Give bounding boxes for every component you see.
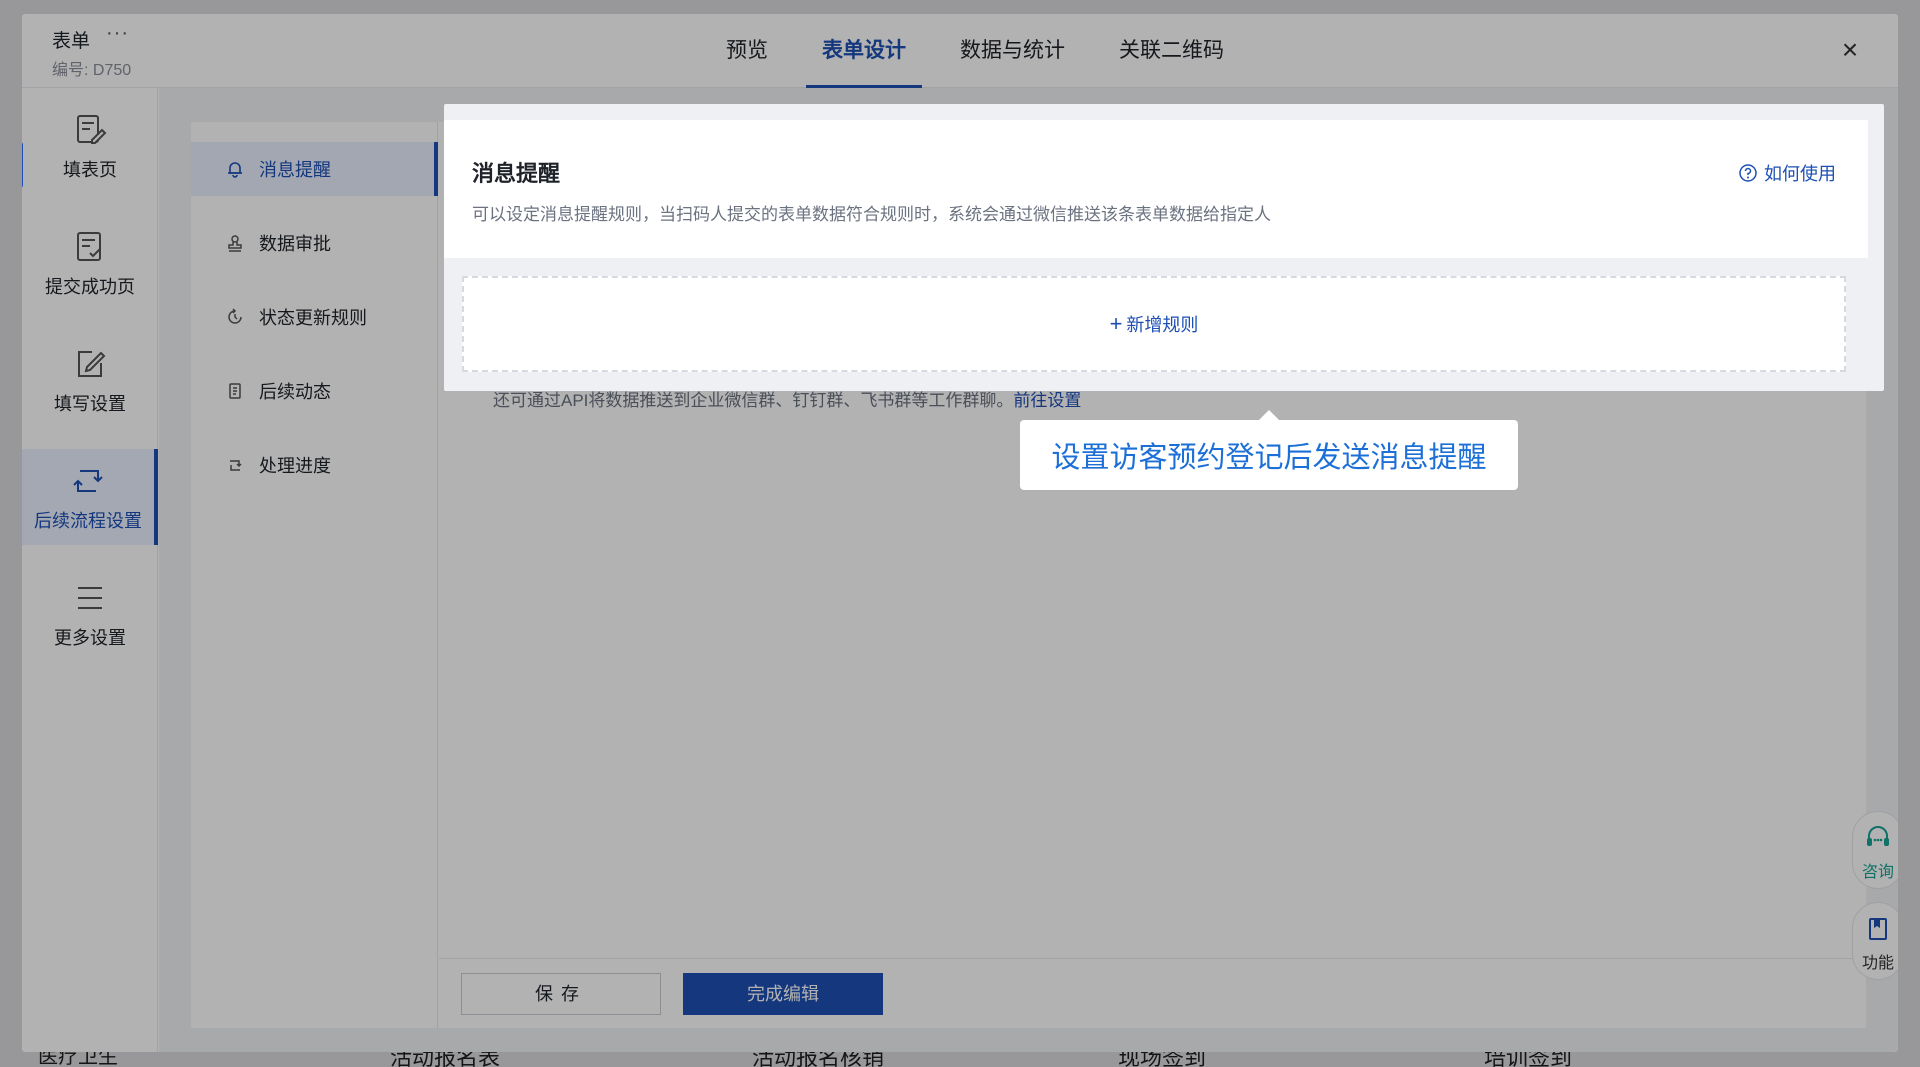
sub-item-label: 后续动态 xyxy=(259,382,331,402)
function-label: 功能 xyxy=(1861,955,1894,972)
footer-bar: 保存 完成编辑 xyxy=(439,958,1866,1028)
form-code: 编号: D750 xyxy=(52,62,132,79)
status-cycle-icon xyxy=(228,308,242,324)
add-rule-button[interactable]: + 新增规则 xyxy=(462,276,1846,372)
sub-item-label: 处理进度 xyxy=(259,456,331,476)
tab-linked-qrcode[interactable]: 关联二维码 xyxy=(1103,14,1240,88)
section-title: 消息提醒 xyxy=(472,161,561,186)
bookmark-icon xyxy=(1869,918,1887,940)
spotlight-message-reminder: 消息提醒 可以设定消息提醒规则，当扫码人提交的表单数据符合规则时，系统会通过微信… xyxy=(444,104,1884,391)
submit-success-icon xyxy=(77,232,101,261)
close-icon[interactable]: × xyxy=(1836,36,1864,64)
stamp-icon xyxy=(228,235,242,252)
help-circle-icon xyxy=(1739,164,1757,182)
form-title: 表单 xyxy=(52,31,91,52)
how-to-use-link[interactable]: 如何使用 xyxy=(1738,160,1836,186)
nav-item-workflow-settings[interactable]: 后续流程设置 xyxy=(22,449,158,545)
section-description: 可以设定消息提醒规则，当扫码人提交的表单数据符合规则时，系统会通过微信推送该条表… xyxy=(472,205,1271,224)
sub-item-data-approval[interactable]: 数据审批 xyxy=(191,216,438,270)
tab-data-stats[interactable]: 数据与统计 xyxy=(944,14,1081,88)
sub-item-label: 数据审批 xyxy=(259,234,331,254)
sub-item-status-rules[interactable]: 状态更新规则 xyxy=(191,290,438,344)
menu-lines-icon xyxy=(78,587,102,609)
nav-item-label: 提交成功页 xyxy=(45,277,135,297)
tab-form-design[interactable]: 表单设计 xyxy=(806,14,922,88)
save-button[interactable]: 保存 xyxy=(461,973,661,1015)
edit-settings-icon xyxy=(78,351,106,377)
form-edit-icon xyxy=(77,115,107,144)
nav-item-submit-success[interactable]: 提交成功页 xyxy=(22,215,158,311)
headset-icon xyxy=(1867,826,1889,846)
api-note-text: 还可通过API将数据推送到企业微信群、钉钉群、飞书群等工作群聊。 xyxy=(493,391,1014,410)
plus-icon: + xyxy=(1109,311,1123,336)
nav-item-label: 后续流程设置 xyxy=(34,511,142,531)
nav-item-label: 填写设置 xyxy=(54,394,126,414)
function-button[interactable]: 功能 xyxy=(1852,902,1898,980)
document-icon xyxy=(229,383,241,399)
consult-button[interactable]: 咨询 xyxy=(1852,811,1898,889)
nav-item-form-page[interactable]: 填表页 xyxy=(22,98,158,194)
nav-item-label: 填表页 xyxy=(63,160,117,180)
progress-icon xyxy=(230,460,242,471)
sub-item-label: 消息提醒 xyxy=(259,160,331,180)
more-options-icon[interactable]: ··· xyxy=(106,22,129,45)
nav-item-label: 更多设置 xyxy=(54,628,126,648)
nav-item-fill-settings[interactable]: 填写设置 xyxy=(22,332,158,428)
sub-nav: 消息提醒 数据审批 状态更新规则 后续动态 处理进度 xyxy=(191,122,438,1028)
sub-item-message-reminder[interactable]: 消息提醒 xyxy=(191,142,438,196)
workflow-icon xyxy=(73,470,103,492)
api-settings-link[interactable]: 前往设置 xyxy=(1013,391,1081,410)
modal-header: 表单 ··· 编号: D750 预览 表单设计 数据与统计 关联二维码 × xyxy=(22,14,1898,88)
nav-edge-indicator xyxy=(22,141,23,189)
sub-item-progress[interactable]: 处理进度 xyxy=(191,438,438,492)
left-nav: 填表页 提交成功页 填写设置 后续流程设置 更多设置 xyxy=(22,88,158,1052)
guide-tooltip: 设置访客预约登记后发送消息提醒 xyxy=(1020,420,1518,490)
tab-preview[interactable]: 预览 xyxy=(710,14,784,88)
message-reminder-header: 消息提醒 可以设定消息提醒规则，当扫码人提交的表单数据符合规则时，系统会通过微信… xyxy=(444,120,1868,258)
nav-item-more-settings[interactable]: 更多设置 xyxy=(22,566,158,662)
finish-editing-button[interactable]: 完成编辑 xyxy=(683,973,883,1015)
bell-icon xyxy=(228,162,242,178)
add-rule-label: 新增规则 xyxy=(1126,315,1199,335)
consult-label: 咨询 xyxy=(1861,864,1894,881)
sub-item-follow-up[interactable]: 后续动态 xyxy=(191,364,438,418)
sub-item-label: 状态更新规则 xyxy=(259,308,367,328)
main-tabs: 预览 表单设计 数据与统计 关联二维码 xyxy=(710,14,1262,88)
how-to-use-label: 如何使用 xyxy=(1764,164,1836,184)
